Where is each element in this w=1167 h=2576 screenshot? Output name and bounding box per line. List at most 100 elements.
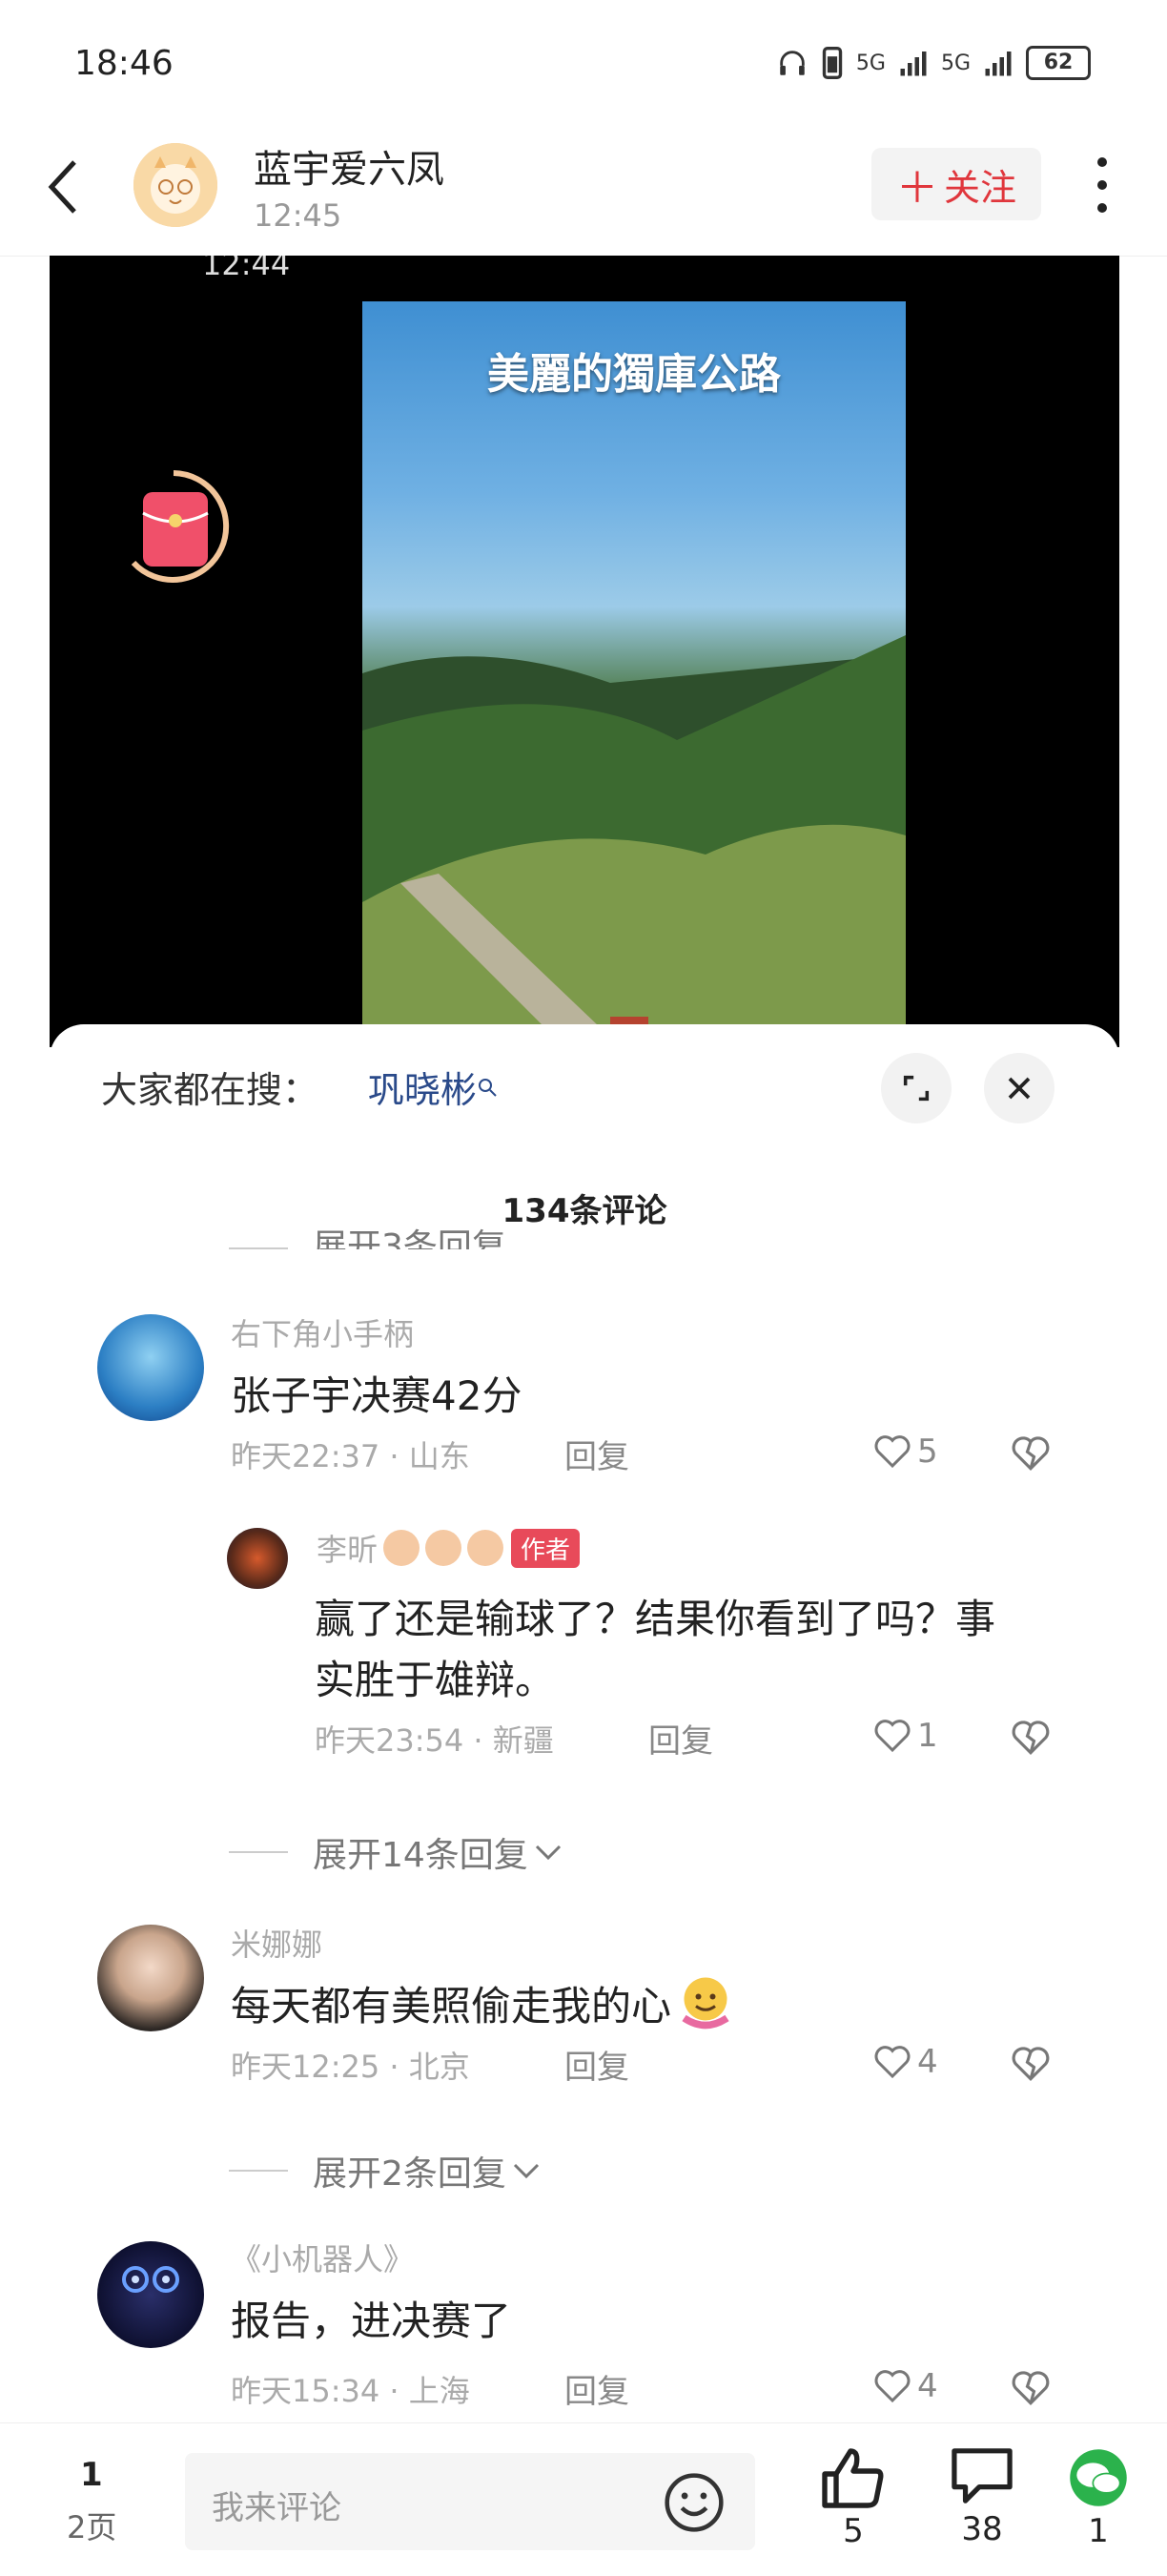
comment-placeholder: 我来评论 — [212, 2489, 341, 2527]
like-count: 5 — [917, 1432, 938, 1471]
broken-heart-icon[interactable] — [1011, 2369, 1051, 2407]
video-clock-text: 12:44 — [202, 256, 291, 282]
commenter-avatar[interactable] — [97, 2241, 204, 2348]
comment-meta: 昨天12:25 · 北京 — [231, 2049, 470, 2085]
comment-text: 每天都有美照偷走我的心 — [231, 1983, 672, 2030]
status-icons: 5G 5G 62 — [776, 46, 1091, 80]
commenter-name[interactable]: 右下角小手柄 — [231, 1310, 414, 1354]
signal1-label: 5G — [855, 51, 886, 75]
vibrate-icon — [822, 47, 843, 79]
commenter-name[interactable]: 米娜娜 — [231, 1921, 322, 1965]
basketball-badge-icon — [467, 1530, 504, 1566]
basketball-badge-icon — [425, 1530, 462, 1566]
video-frame: 美麗的獨庫公路 — [362, 301, 906, 1047]
reply-button[interactable]: 回复 — [564, 2041, 629, 2088]
comment-input[interactable]: 我来评论 — [185, 2453, 755, 2550]
comment-text: 张子宇决赛42分 — [231, 1372, 522, 1419]
reply-user-row: 李昕 作者 — [317, 1526, 581, 1570]
like-count: 5 — [843, 2512, 864, 2550]
broken-heart-icon[interactable] — [1011, 2045, 1051, 2083]
like-post-button[interactable]: 5 — [814, 2445, 892, 2550]
like-button[interactable]: 1 — [873, 1717, 938, 1755]
like-button[interactable]: 4 — [873, 2043, 938, 2081]
chevron-down-icon — [535, 1844, 561, 1861]
comment-text: 报告，进决赛了 — [231, 2298, 512, 2344]
like-button[interactable]: 5 — [873, 1432, 938, 1471]
heart-icon — [874, 1720, 911, 1753]
more-options-icon[interactable] — [1095, 155, 1110, 216]
comment-meta: 昨天22:37 · 山东 — [231, 1438, 470, 1474]
like-count: 1 — [917, 1717, 938, 1755]
page-total[interactable]: 2页 — [67, 2504, 116, 2547]
author-tag: 作者 — [511, 1528, 581, 1568]
post-time: 12:45 — [254, 197, 342, 234]
back-arrow-icon[interactable] — [46, 158, 80, 216]
share-wechat-button[interactable]: 1 — [1060, 2447, 1136, 2550]
heart-icon — [874, 2370, 911, 2403]
reply-text-line1: 赢了还是输球了？结果你看到了吗？事 — [315, 1596, 996, 1642]
trending-search-label: 大家都在搜： — [101, 1069, 319, 1111]
video-caption: 美麗的獨庫公路 — [487, 350, 781, 399]
cat-avatar-icon — [133, 143, 217, 227]
reply-button[interactable]: 回复 — [564, 1431, 629, 1477]
reply-meta: 昨天23:54 · 新疆 — [315, 1722, 554, 1759]
expand-replies-button[interactable]: 展开14条回复 — [229, 1827, 563, 1877]
reply-username[interactable]: 李昕 — [317, 1526, 378, 1570]
close-icon — [1008, 1077, 1031, 1100]
like-count: 4 — [917, 2043, 938, 2081]
comments-button[interactable]: 38 — [944, 2445, 1020, 2548]
battery-indicator: 62 — [1026, 46, 1091, 80]
reply-avatar[interactable] — [227, 1528, 288, 1589]
follow-button[interactable]: ＋ 关注 — [871, 148, 1041, 220]
signal-icon — [985, 52, 1012, 76]
comment-meta: 昨天15:34 · 上海 — [231, 2373, 470, 2409]
follow-label: 关注 — [943, 166, 1016, 209]
like-count: 4 — [917, 2367, 938, 2405]
share-count: 1 — [1088, 2512, 1109, 2550]
video-player[interactable]: 12:44 美麗的獨庫公路 — [50, 256, 1119, 1047]
broken-heart-icon[interactable] — [1011, 1719, 1051, 1757]
expand-icon — [903, 1075, 930, 1102]
expand-replies-button[interactable]: 展开2条回复 — [229, 2146, 541, 2195]
commenter-name[interactable]: 《小机器人》 — [231, 2236, 414, 2279]
chevron-down-icon — [513, 2163, 539, 2179]
trending-search-link[interactable]: 巩晓彬 — [368, 1061, 498, 1113]
author-name[interactable]: 蓝宇爱六凤 — [254, 138, 444, 194]
search-keyword: 巩晓彬 — [368, 1069, 478, 1111]
thumbs-up-icon — [822, 2448, 884, 2508]
commenter-avatar[interactable] — [97, 1925, 204, 2031]
broken-heart-icon[interactable] — [1011, 1434, 1051, 1473]
expand-label: 展开3条回复 — [313, 1227, 506, 1249]
landscape-image — [362, 635, 906, 1047]
commenter-avatar[interactable] — [97, 1314, 204, 1421]
basketball-badge-icon — [383, 1530, 420, 1566]
comment-text-row: 每天都有美照偷走我的心 — [231, 1974, 736, 2032]
hug-emoji-icon — [682, 1977, 729, 2029]
emoji-icon[interactable] — [662, 2470, 727, 2535]
reply-button[interactable]: 回复 — [648, 1715, 713, 1762]
like-button[interactable]: 4 — [873, 2367, 938, 2405]
comments-sheet: 大家都在搜： 巩晓彬 134条评论 展开3条回复 右下角小手柄 张子宇决赛42分… — [50, 1024, 1119, 2426]
comment-bubble-icon — [952, 2448, 1013, 2504]
signal-icon — [900, 52, 927, 76]
red-envelope-widget[interactable] — [114, 467, 233, 586]
status-time: 18:46 — [74, 44, 174, 83]
page-number[interactable]: 1 — [80, 2456, 103, 2494]
expand-label: 展开2条回复 — [313, 2154, 506, 2194]
wechat-icon — [1070, 2449, 1127, 2506]
signal2-label: 5G — [940, 51, 971, 75]
search-icon — [479, 1078, 497, 1097]
red-envelope-icon — [131, 470, 230, 583]
reply-button[interactable]: 回复 — [564, 2365, 629, 2412]
comment-count: 38 — [961, 2510, 1003, 2548]
robot-eyes-icon — [122, 2266, 179, 2293]
fullscreen-button[interactable] — [881, 1053, 952, 1123]
expand-replies-partial[interactable]: 展开3条回复 — [229, 1226, 506, 1249]
author-avatar[interactable] — [133, 143, 217, 227]
plus-icon: ＋ — [895, 164, 938, 213]
heart-icon — [874, 1435, 911, 1469]
reply-text-line2: 实胜于雄辩。 — [315, 1657, 556, 1703]
close-button[interactable] — [984, 1053, 1054, 1123]
expand-label: 展开14条回复 — [313, 1836, 528, 1875]
heart-icon — [874, 2046, 911, 2079]
